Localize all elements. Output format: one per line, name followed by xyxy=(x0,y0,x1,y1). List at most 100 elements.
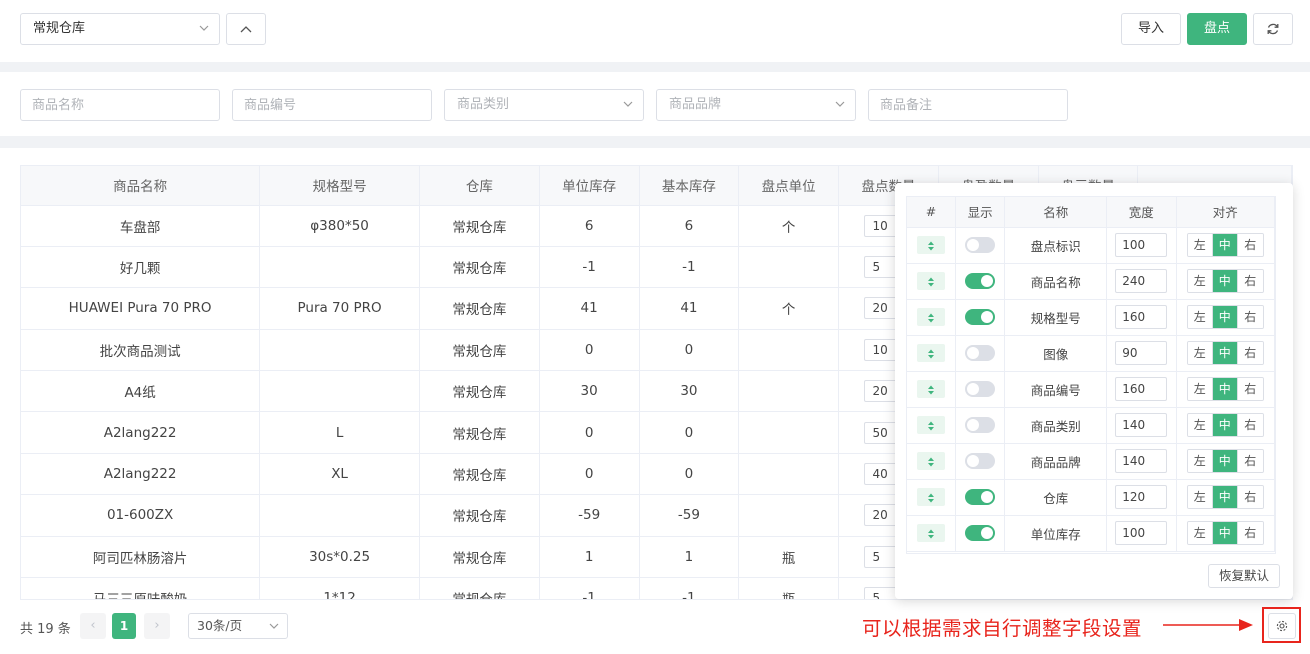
restore-default-button[interactable]: 恢复默认 xyxy=(1208,564,1280,588)
column-header[interactable]: 单位库存 xyxy=(539,166,640,206)
align-cell: 左中右 xyxy=(1176,407,1275,444)
align-button-group: 左中右 xyxy=(1186,305,1264,329)
stocktake-button[interactable]: 盘点 xyxy=(1187,13,1247,45)
align-left-button[interactable]: 左 xyxy=(1187,522,1213,544)
width-input[interactable]: 140 xyxy=(1115,449,1168,473)
width-input[interactable]: 120 xyxy=(1115,485,1168,509)
column-header[interactable]: 盘点单位 xyxy=(738,166,840,206)
visibility-toggle[interactable] xyxy=(965,525,996,542)
align-left-button[interactable]: 左 xyxy=(1187,450,1213,472)
width-input[interactable]: 100 xyxy=(1115,521,1168,545)
toggle-knob xyxy=(967,239,980,252)
width-cell: 100 xyxy=(1106,515,1177,552)
drag-handle[interactable] xyxy=(916,272,945,290)
align-right-button[interactable]: 右 xyxy=(1237,234,1263,256)
settings-header: # xyxy=(907,197,956,228)
settings-column-name: 商品名称 xyxy=(1004,263,1107,300)
visibility-toggle[interactable] xyxy=(965,237,996,254)
drag-cell xyxy=(907,515,956,552)
chevron-up-icon xyxy=(240,25,252,32)
product-name-input[interactable] xyxy=(20,89,220,121)
drag-handle[interactable] xyxy=(916,308,945,326)
settings-row: 商品名称 240 左中右 xyxy=(907,263,1275,300)
align-left-button[interactable]: 左 xyxy=(1187,486,1213,508)
width-input[interactable]: 160 xyxy=(1115,377,1168,401)
align-center-button[interactable]: 中 xyxy=(1212,414,1238,436)
cell-spec xyxy=(259,370,420,413)
visibility-toggle[interactable] xyxy=(965,273,996,290)
collapse-button[interactable] xyxy=(226,13,266,45)
align-right-button[interactable]: 右 xyxy=(1237,414,1263,436)
visibility-toggle[interactable] xyxy=(965,453,996,470)
cell-unit-stock: -1 xyxy=(539,246,640,289)
visibility-toggle[interactable] xyxy=(965,309,996,326)
align-center-button[interactable]: 中 xyxy=(1212,378,1238,400)
width-input[interactable]: 160 xyxy=(1115,305,1168,329)
align-center-button[interactable]: 中 xyxy=(1212,270,1238,292)
align-left-button[interactable]: 左 xyxy=(1187,378,1213,400)
drag-handle[interactable] xyxy=(916,344,945,362)
page-number-current[interactable]: 1 xyxy=(112,613,136,639)
refresh-button[interactable] xyxy=(1253,13,1293,45)
align-left-button[interactable]: 左 xyxy=(1187,342,1213,364)
column-header[interactable]: 商品名称 xyxy=(21,166,261,206)
align-right-button[interactable]: 右 xyxy=(1237,342,1263,364)
cell-name: A4纸 xyxy=(21,370,261,413)
align-right-button[interactable]: 右 xyxy=(1237,450,1263,472)
cell-unit-stock: 0 xyxy=(539,453,640,496)
column-header[interactable]: 仓库 xyxy=(419,166,540,206)
width-cell: 100 xyxy=(1106,227,1177,264)
column-settings-button[interactable] xyxy=(1268,613,1296,639)
product-brand-select[interactable]: 商品品牌 xyxy=(656,89,856,121)
visibility-toggle[interactable] xyxy=(965,489,996,506)
align-center-button[interactable]: 中 xyxy=(1212,486,1238,508)
width-input[interactable]: 100 xyxy=(1115,233,1168,257)
product-category-select[interactable]: 商品类别 xyxy=(444,89,644,121)
align-right-button[interactable]: 右 xyxy=(1237,378,1263,400)
width-input[interactable]: 140 xyxy=(1115,413,1168,437)
width-input[interactable]: 90 xyxy=(1115,341,1168,365)
visibility-toggle[interactable] xyxy=(965,417,996,434)
align-left-button[interactable]: 左 xyxy=(1187,306,1213,328)
visible-cell xyxy=(955,371,1006,408)
cell-name: HUAWEI Pura 70 PRO xyxy=(21,287,261,330)
align-center-button[interactable]: 中 xyxy=(1212,450,1238,472)
toggle-knob xyxy=(981,311,994,324)
column-header[interactable]: 基本库存 xyxy=(639,166,740,206)
drag-handle[interactable] xyxy=(916,416,945,434)
align-right-button[interactable]: 右 xyxy=(1237,306,1263,328)
drag-cell xyxy=(907,263,956,300)
next-page-button[interactable]: › xyxy=(144,613,170,639)
drag-handle[interactable] xyxy=(916,452,945,470)
column-header[interactable]: 规格型号 xyxy=(259,166,420,206)
drag-handle[interactable] xyxy=(916,380,945,398)
product-remark-input[interactable] xyxy=(868,89,1068,121)
visibility-toggle[interactable] xyxy=(965,381,996,398)
settings-row: 盘点标识 100 左中右 xyxy=(907,227,1275,264)
cell-spec: φ380*50 xyxy=(259,205,420,247)
annotation-text: 可以根据需求自行调整字段设置 xyxy=(862,617,1143,640)
settings-row: 商品类别 140 左中右 xyxy=(907,407,1275,444)
align-center-button[interactable]: 中 xyxy=(1212,342,1238,364)
drag-handle[interactable] xyxy=(916,236,945,254)
page-size-select[interactable]: 30条/页 xyxy=(188,613,288,639)
align-center-button[interactable]: 中 xyxy=(1212,234,1238,256)
align-right-button[interactable]: 右 xyxy=(1237,270,1263,292)
warehouse-select[interactable]: 常规仓库 xyxy=(20,13,220,45)
cell-unit xyxy=(738,411,840,454)
product-code-input[interactable] xyxy=(232,89,432,121)
align-left-button[interactable]: 左 xyxy=(1187,234,1213,256)
align-right-button[interactable]: 右 xyxy=(1237,522,1263,544)
align-right-button[interactable]: 右 xyxy=(1237,486,1263,508)
align-center-button[interactable]: 中 xyxy=(1212,522,1238,544)
drag-handle[interactable] xyxy=(916,488,945,506)
sort-arrows-icon xyxy=(927,241,934,250)
import-button[interactable]: 导入 xyxy=(1121,13,1181,45)
prev-page-button[interactable]: ‹ xyxy=(80,613,106,639)
width-input[interactable]: 240 xyxy=(1115,269,1168,293)
align-center-button[interactable]: 中 xyxy=(1212,306,1238,328)
visibility-toggle[interactable] xyxy=(965,345,996,362)
align-left-button[interactable]: 左 xyxy=(1187,270,1213,292)
align-left-button[interactable]: 左 xyxy=(1187,414,1213,436)
drag-handle[interactable] xyxy=(916,524,945,542)
